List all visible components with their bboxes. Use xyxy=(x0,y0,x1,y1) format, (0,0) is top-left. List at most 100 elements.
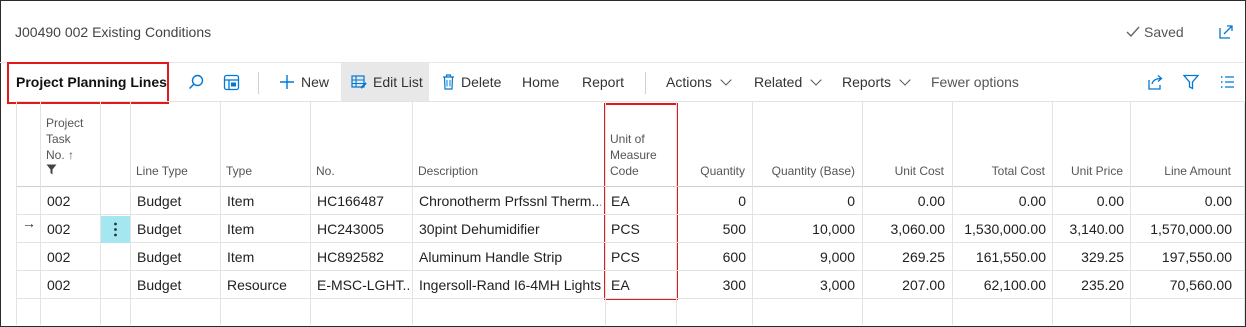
share-button[interactable] xyxy=(1147,63,1164,101)
column-header-quantity-base[interactable]: Quantity (Base) xyxy=(752,163,855,179)
chevron-down-icon xyxy=(810,74,822,86)
column-header-no[interactable]: No. xyxy=(316,163,335,179)
cell-no[interactable]: HC892582 xyxy=(317,243,409,271)
report-menu[interactable]: Report xyxy=(582,63,624,101)
cell-uom[interactable]: EA xyxy=(611,271,671,299)
cell-unit-price[interactable]: 235.20 xyxy=(1052,271,1124,299)
column-header-description[interactable]: Description xyxy=(418,163,478,179)
edit-list-button[interactable]: Edit List xyxy=(341,63,429,101)
edit-list-label: Edit List xyxy=(373,74,423,90)
cell-task-no[interactable]: 002 xyxy=(47,187,97,215)
cell-quantity[interactable]: 500 xyxy=(676,215,746,243)
cell-task-no[interactable]: 002 xyxy=(47,215,97,243)
grid-line xyxy=(412,102,413,325)
cell-total-cost[interactable]: 0.00 xyxy=(952,187,1046,215)
grid-line xyxy=(16,101,1244,102)
cell-type[interactable]: Resource xyxy=(227,271,307,299)
grid-line xyxy=(16,102,17,325)
actions-label: Actions xyxy=(666,74,712,90)
column-header-line-amount[interactable]: Line Amount xyxy=(1130,163,1231,179)
filter-pane-button[interactable] xyxy=(223,63,240,101)
column-header-unit-cost[interactable]: Unit Cost xyxy=(862,163,944,179)
header-line: Code xyxy=(610,164,639,178)
list-view-button[interactable] xyxy=(1220,63,1235,101)
cell-unit-price[interactable]: 0.00 xyxy=(1052,187,1124,215)
cell-description[interactable]: Chronotherm Prfssnl Therm... xyxy=(419,187,601,215)
cell-description[interactable]: Aluminum Handle Strip xyxy=(419,243,601,271)
filter-button[interactable] xyxy=(1183,63,1199,101)
cell-type[interactable]: Item xyxy=(227,215,307,243)
toolbar-separator xyxy=(258,72,259,94)
cell-quantity[interactable]: 300 xyxy=(676,271,746,299)
row-menu-button[interactable] xyxy=(101,216,130,243)
delete-button[interactable]: Delete xyxy=(442,63,501,101)
new-button[interactable]: New xyxy=(279,63,329,101)
column-header-type[interactable]: Type xyxy=(226,163,252,179)
search-icon xyxy=(188,74,204,90)
reports-menu[interactable]: Reports xyxy=(842,63,911,101)
page-title: J00490 002 Existing Conditions xyxy=(15,24,212,40)
header-line: Task xyxy=(46,132,71,146)
cell-task-no[interactable]: 002 xyxy=(47,243,97,271)
cell-uom[interactable]: PCS xyxy=(611,215,671,243)
cell-task-no[interactable]: 002 xyxy=(47,271,97,299)
cell-type[interactable]: Item xyxy=(227,243,307,271)
cell-type[interactable]: Item xyxy=(227,187,307,215)
filter-pane-icon xyxy=(223,74,240,90)
new-label: New xyxy=(301,74,330,90)
chevron-down-icon xyxy=(899,74,911,86)
cell-no[interactable]: HC166487 xyxy=(317,187,409,215)
grid-line xyxy=(220,102,221,325)
trash-icon xyxy=(443,74,454,90)
toolbar-separator xyxy=(645,72,646,94)
cell-total-cost[interactable]: 62,100.00 xyxy=(952,271,1046,299)
related-menu[interactable]: Related xyxy=(754,63,822,101)
cell-total-cost[interactable]: 1,530,000.00 xyxy=(952,215,1046,243)
cell-no[interactable]: HC243005 xyxy=(317,215,409,243)
cell-line-type[interactable]: Budget xyxy=(137,187,217,215)
column-header-task-no[interactable]: Project Task No. ↑ xyxy=(46,115,83,175)
cell-unit-cost[interactable]: 269.25 xyxy=(862,243,945,271)
column-header-uom[interactable]: Unit of Measure Code xyxy=(610,131,657,179)
cell-quantity-base[interactable]: 0 xyxy=(752,187,855,215)
cell-unit-price[interactable]: 329.25 xyxy=(1052,243,1124,271)
cell-uom[interactable]: PCS xyxy=(611,243,671,271)
cell-unit-cost[interactable]: 3,060.00 xyxy=(862,215,946,243)
cell-unit-cost[interactable]: 0.00 xyxy=(862,187,945,215)
grid-line xyxy=(310,102,311,325)
cell-line-amount[interactable]: 70,560.00 xyxy=(1130,271,1232,299)
popout-icon[interactable] xyxy=(1217,23,1235,41)
cell-line-amount[interactable]: 197,550.00 xyxy=(1130,243,1232,271)
cell-no[interactable]: E-MSC-LGHT... xyxy=(317,271,409,299)
cell-line-type[interactable]: Budget xyxy=(137,271,217,299)
actions-menu[interactable]: Actions xyxy=(666,63,732,101)
column-header-unit-price[interactable]: Unit Price xyxy=(1052,163,1123,179)
cell-quantity-base[interactable]: 9,000 xyxy=(752,243,855,271)
search-button[interactable] xyxy=(188,63,204,101)
filter-icon[interactable] xyxy=(46,164,57,175)
cell-line-amount[interactable]: 1,570,000.00 xyxy=(1130,215,1232,243)
cell-quantity-base[interactable]: 10,000 xyxy=(752,215,855,243)
cell-description[interactable]: 30pint Dehumidifier xyxy=(419,215,601,243)
cell-description[interactable]: Ingersoll-Rand I6-4MH Lights xyxy=(419,271,601,299)
cell-line-type[interactable]: Budget xyxy=(137,243,217,271)
share-icon xyxy=(1148,75,1163,90)
related-label: Related xyxy=(754,74,803,90)
cell-quantity[interactable]: 0 xyxy=(676,187,746,215)
cell-line-amount[interactable]: 0.00 xyxy=(1130,187,1232,215)
cell-quantity-base[interactable]: 3,000 xyxy=(752,271,855,299)
cell-unit-cost[interactable]: 207.00 xyxy=(862,271,945,299)
row-menu-icon xyxy=(114,222,117,237)
cell-uom[interactable]: EA xyxy=(611,187,671,215)
cell-total-cost[interactable]: 161,550.00 xyxy=(952,243,1046,271)
cell-unit-price[interactable]: 3,140.00 xyxy=(1052,215,1125,243)
saved-status: Saved xyxy=(1126,24,1184,40)
cell-quantity[interactable]: 600 xyxy=(676,243,746,271)
row-arrow-icon: → xyxy=(22,215,36,231)
column-header-quantity[interactable]: Quantity xyxy=(676,163,745,179)
cell-line-type[interactable]: Budget xyxy=(137,215,217,243)
column-header-total-cost[interactable]: Total Cost xyxy=(952,163,1045,179)
home-menu[interactable]: Home xyxy=(522,63,559,101)
column-header-line-type[interactable]: Line Type xyxy=(136,163,188,179)
fewer-options-button[interactable]: Fewer options xyxy=(931,63,1019,101)
